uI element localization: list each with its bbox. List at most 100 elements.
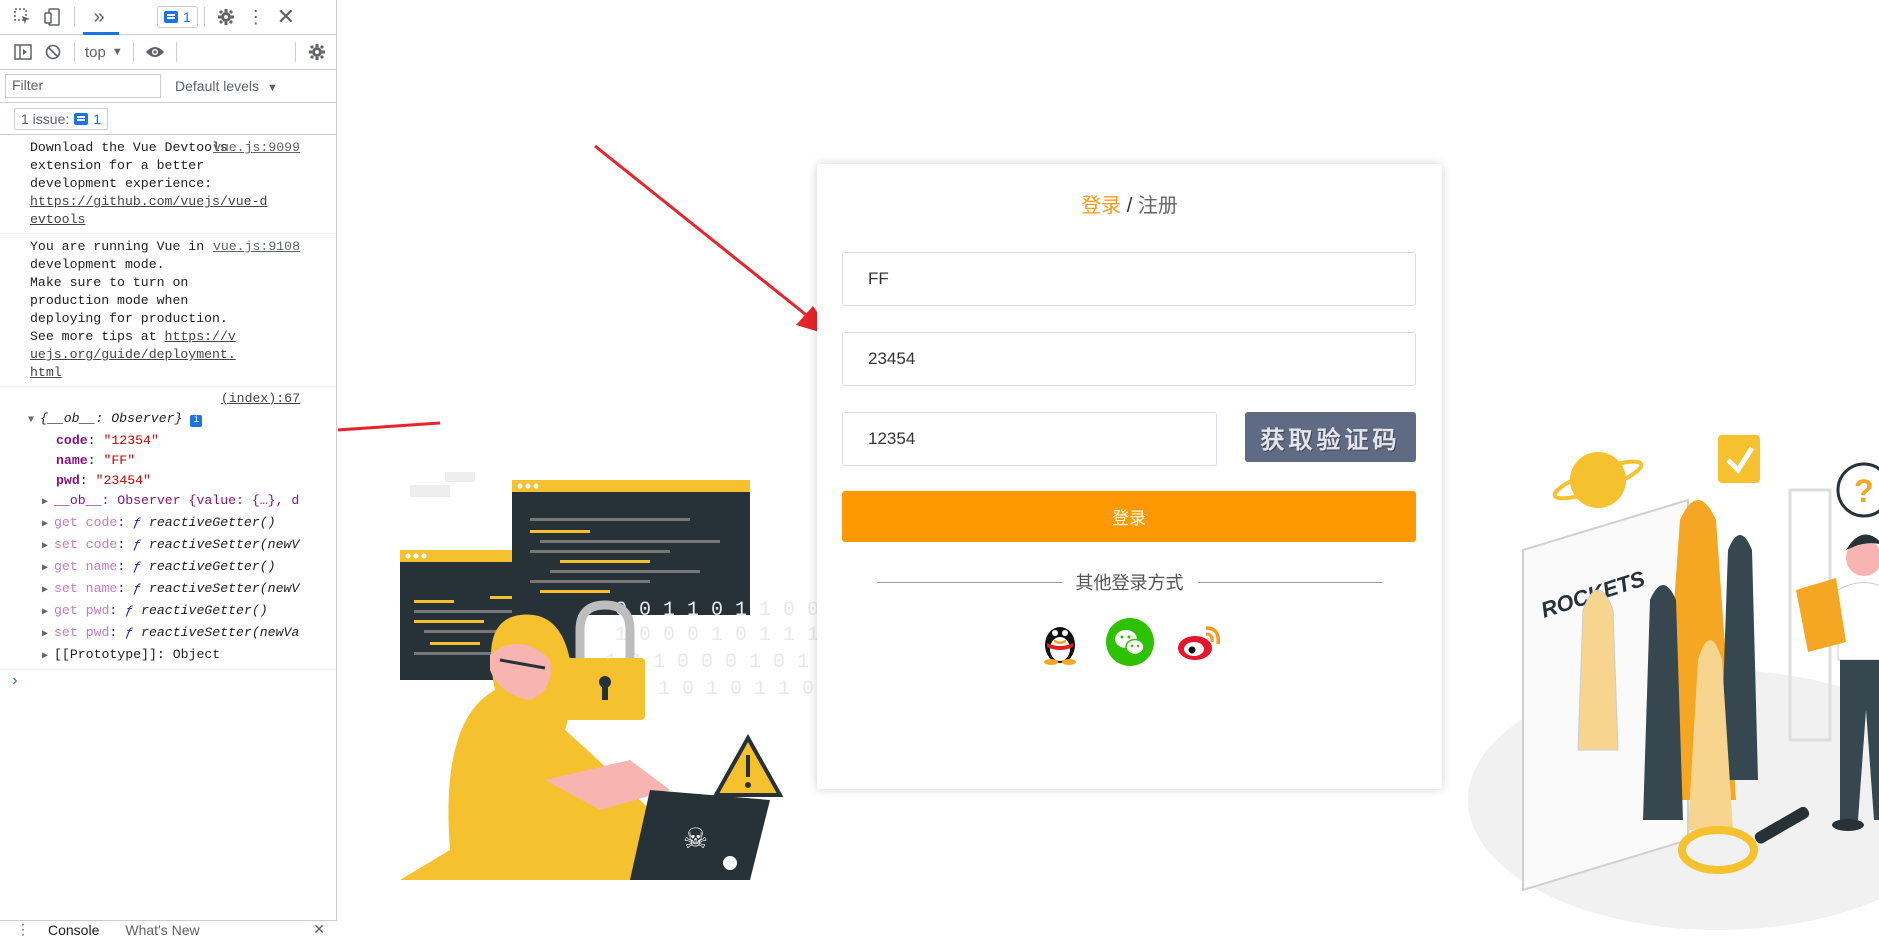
other-login-divider: 其他登录方式 (877, 569, 1382, 595)
object-summary-text: {__ob__: Observer} (40, 411, 183, 426)
message-source-link[interactable]: (index):67 (221, 391, 300, 406)
drawer-tab-whats-new[interactable]: What's New (125, 922, 199, 938)
issues-label: 1 issue: (21, 110, 70, 127)
prop-value: "23454" (95, 473, 151, 488)
card-title: 登录 / 注册 (817, 189, 1442, 218)
accessor-name: set code (54, 537, 118, 552)
drawer-tab-console[interactable]: Console (48, 922, 99, 938)
accessor-row[interactable]: ▶ set code: ƒ reactiveSetter(newV (42, 535, 328, 557)
issues-row: 1 issue: 1 (0, 103, 336, 135)
accessor-fn: reactiveSetter(newV (148, 581, 300, 596)
object-prop: name: "FF" (56, 453, 136, 468)
console-prompt[interactable]: › (0, 669, 336, 692)
expand-triangle-icon: ▼ (28, 415, 35, 426)
log-levels-dropdown[interactable]: Default levels ▼ (175, 78, 278, 94)
object-prop: pwd: "23454" (56, 473, 151, 488)
accessor-row[interactable]: ▶ get name: ƒ reactiveGetter() (42, 557, 328, 579)
devtools-main-toolbar: » 1 ⋮ ✕ (0, 0, 336, 35)
social-login-row (817, 618, 1442, 666)
log-levels-label: Default levels (175, 78, 260, 94)
expand-triangle-icon: ▶ (42, 585, 49, 596)
inspect-element-icon[interactable] (8, 2, 38, 32)
info-icon: i (190, 415, 203, 427)
more-tabs-icon[interactable]: » (81, 0, 119, 35)
hacker-illustration: 0 0 1 1 0 1 1 0 0 1 1 1 1 0 0 0 1 0 1 1 … (400, 472, 820, 880)
accessor-row[interactable]: ▶ set pwd: ƒ reactiveSetter(newVa (42, 623, 328, 645)
issues-count: 1 (93, 110, 102, 127)
binary-line: 1 0 0 0 1 0 1 1 1 0 0 0 (615, 624, 820, 647)
message-text: Download the Vue Devtools extension for … (30, 140, 228, 191)
wechat-icon[interactable] (1105, 618, 1154, 666)
rockets-illustration: ROCKETS ? (1468, 435, 1879, 930)
expand-triangle-icon: ▶ (42, 651, 49, 662)
sidebar-toggle-icon[interactable] (8, 37, 38, 67)
console-output: vue.js:9099 Download the Vue Devtools ex… (0, 135, 336, 692)
password-input[interactable]: 23454 (842, 332, 1416, 386)
prototype-text: [[Prototype]]: Object (54, 647, 221, 662)
accessor-fn: reactiveSetter(newV (148, 537, 300, 552)
expand-triangle-icon: ▶ (42, 519, 49, 530)
prototype-row[interactable]: ▶ [[Prototype]]: Object (42, 645, 328, 667)
prop-key: name (56, 453, 88, 468)
console-settings-icon[interactable] (302, 37, 332, 67)
message-icon (74, 112, 89, 125)
drawer-close-icon[interactable]: ✕ (313, 921, 325, 938)
tab-register[interactable]: 注册 (1138, 195, 1178, 217)
svg-text:☠: ☠ (683, 823, 708, 854)
kebab-menu-icon[interactable]: ⋮ (241, 2, 271, 32)
console-toolbar: top ▼ (0, 35, 336, 70)
login-card: 登录 / 注册 FF 23454 12354 获取验证码 登录 其他登录方式 (817, 164, 1442, 789)
message-source-link[interactable]: vue.js:9108 (213, 238, 300, 256)
verification-code-input[interactable]: 12354 (842, 412, 1217, 466)
drawer-menu-icon[interactable]: ⋮ (16, 921, 30, 938)
login-page: 0 0 1 1 0 1 1 0 0 1 1 1 1 0 0 0 1 0 1 1 … (338, 0, 1879, 938)
issues-button[interactable]: 1 issue: 1 (14, 107, 109, 130)
object-props: code: "12354" name: "FF" pwd: "23454" (30, 431, 328, 491)
message-icon (164, 11, 178, 23)
clear-console-icon[interactable] (38, 37, 68, 67)
qq-icon[interactable] (1036, 618, 1084, 666)
devtools-panel: » 1 ⋮ ✕ top ▼ Filter Default levels ▼ 1 … (0, 0, 337, 938)
console-message: vue.js:9099 Download the Vue Devtools ex… (0, 135, 336, 234)
accessor-fn: reactiveGetter() (148, 515, 276, 530)
binary-line: 0 0 1 1 0 1 1 0 0 1 1 1 (615, 599, 820, 622)
caret-down-icon: ▼ (266, 82, 278, 94)
expand-triangle-icon: ▶ (42, 629, 49, 640)
message-link[interactable]: https://github.com/vuejs/vue-devtools (30, 193, 270, 229)
other-login-label: 其他登录方式 (1075, 573, 1184, 593)
accessor-row[interactable]: ▶ set name: ƒ reactiveSetter(newV (42, 579, 328, 601)
prop-key: pwd (56, 473, 80, 488)
accessor-row[interactable]: ▶ get pwd: ƒ reactiveGetter() (42, 601, 328, 623)
login-button[interactable]: 登录 (842, 491, 1416, 542)
expand-triangle-icon: ▶ (42, 541, 49, 552)
prop-value: "FF" (103, 453, 136, 468)
title-separator: / (1121, 195, 1138, 217)
drawer-tabbar: ⋮ Console What's New ✕ (0, 920, 337, 938)
issues-badge-count: 1 (183, 9, 191, 25)
accessor-name: get pwd (54, 603, 110, 618)
eye-icon[interactable] (140, 37, 170, 67)
filter-input[interactable]: Filter (5, 74, 161, 98)
accessor-name: set name (54, 581, 118, 596)
object-summary[interactable]: ▼ {__ob__: Observer} i (28, 409, 328, 431)
device-toolbar-icon[interactable] (38, 2, 68, 32)
close-icon[interactable]: ✕ (271, 2, 301, 32)
accessor-row[interactable]: ▶ get code: ƒ reactiveGetter() (42, 513, 328, 535)
prop-key: code (56, 433, 88, 448)
tab-login[interactable]: 登录 (1081, 195, 1121, 217)
accessor-fn: reactiveGetter() (141, 603, 268, 618)
settings-gear-icon[interactable] (211, 2, 241, 32)
svg-text:?: ? (1854, 473, 1874, 509)
context-select[interactable]: top ▼ (81, 44, 127, 61)
accessor-name: set pwd (54, 625, 110, 640)
filter-row: Filter Default levels ▼ (0, 70, 336, 103)
expand-triangle-icon: ▶ (42, 607, 49, 618)
accessor-name: get code (54, 515, 118, 530)
object-prop-expandable[interactable]: ▶ __ob__: Observer {value: {…}, d (42, 491, 328, 513)
get-code-button[interactable]: 获取验证码 (1245, 412, 1416, 462)
message-source-link[interactable]: vue.js:9099 (213, 139, 300, 157)
caret-down-icon: ▼ (111, 46, 123, 58)
issues-badge[interactable]: 1 (157, 6, 198, 28)
weibo-icon[interactable] (1176, 618, 1224, 666)
username-input[interactable]: FF (842, 252, 1416, 306)
